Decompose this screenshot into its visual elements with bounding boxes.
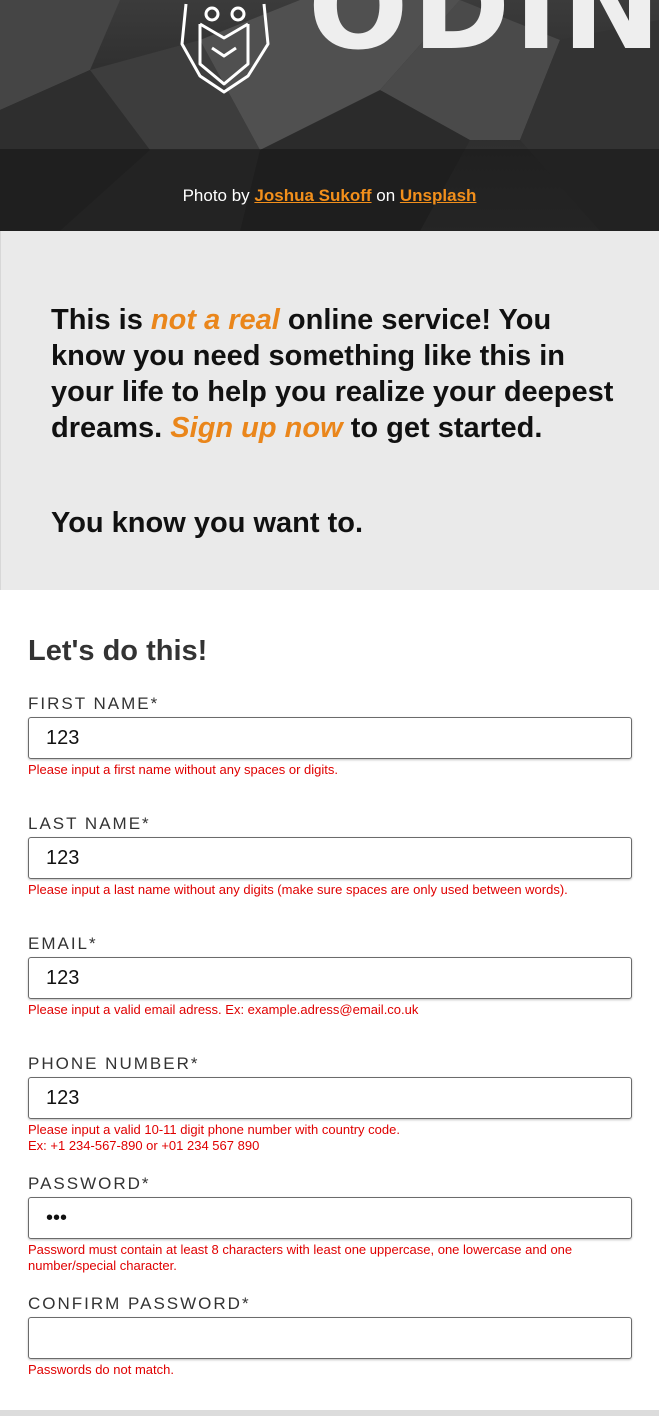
last-name-field: LAST NAME* Please input a last name with… — [28, 814, 632, 898]
viking-helmet-icon — [180, 3, 270, 94]
intro-text-c: to get started. — [342, 412, 543, 444]
first-name-error: Please input a first name without any sp… — [28, 762, 338, 777]
email-label: EMAIL* — [28, 934, 98, 953]
password-input[interactable] — [28, 1197, 632, 1239]
phone-number-field: PHONE NUMBER* Please input a valid 10-11… — [28, 1054, 632, 1154]
first-name-label: FIRST NAME* — [28, 694, 160, 713]
password-field: PASSWORD* Password must contain at least… — [28, 1174, 632, 1274]
first-name-input[interactable] — [28, 717, 632, 759]
phone-number-label: PHONE NUMBER* — [28, 1054, 200, 1073]
signup-form: Let's do this! FIRST NAME* Please input … — [0, 590, 659, 1416]
phone-number-input[interactable] — [28, 1077, 632, 1119]
bottom-divider — [0, 1410, 659, 1416]
unsplash-link[interactable]: Unsplash — [400, 186, 477, 205]
phone-number-error: Please input a valid 10-11 digit phone n… — [28, 1122, 400, 1153]
logo-wordmark: ODIN — [308, 0, 659, 76]
intro-text-a: This is — [51, 304, 151, 336]
password-error: Password must contain at least 8 charact… — [28, 1242, 573, 1273]
intro-tagline: You know you want to. — [51, 507, 364, 539]
last-name-error: Please input a last name without any dig… — [28, 882, 568, 897]
confirm-password-label: CONFIRM PASSWORD* — [28, 1294, 251, 1313]
intro-paragraph: This is not a real online service! You k… — [51, 302, 621, 446]
intro-section: This is not a real online service! You k… — [0, 231, 659, 590]
photo-credit: Photo by Joshua Sukoff on Unsplash — [0, 186, 659, 206]
password-label: PASSWORD* — [28, 1174, 151, 1193]
email-input[interactable] — [28, 957, 632, 999]
photographer-link[interactable]: Joshua Sukoff — [254, 186, 371, 205]
first-name-field: FIRST NAME* Please input a first name wi… — [28, 694, 632, 778]
email-field: EMAIL* Please input a valid email adress… — [28, 934, 632, 1018]
confirm-password-input[interactable] — [28, 1317, 632, 1359]
last-name-input[interactable] — [28, 837, 632, 879]
last-name-label: LAST NAME* — [28, 814, 151, 833]
credit-prefix: Photo by — [182, 186, 255, 205]
confirm-password-field: CONFIRM PASSWORD* Passwords do not match… — [28, 1294, 632, 1378]
hero-banner: ODIN Photo by Joshua Sukoff on Unsplash — [0, 0, 659, 231]
form-title: Let's do this! — [28, 635, 208, 667]
intro-highlight-sign-up: Sign up now — [170, 412, 343, 444]
intro-highlight-not-real: not a real — [150, 304, 280, 336]
credit-middle: on — [371, 186, 400, 205]
email-error: Please input a valid email adress. Ex: e… — [28, 1002, 419, 1017]
confirm-password-error: Passwords do not match. — [28, 1362, 174, 1377]
